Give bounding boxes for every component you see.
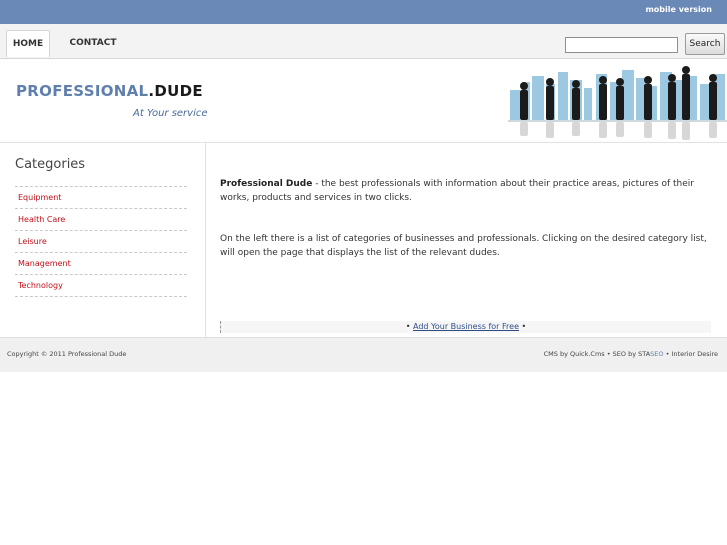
category-item-leisure[interactable]: Leisure — [15, 230, 187, 252]
credits-seo[interactable]: SEO — [650, 350, 663, 358]
site-logo[interactable]: PROFESSIONAL.DUDE — [16, 82, 203, 100]
footer-credits: CMS by Quick.Cms • SEO by STASEO • Inter… — [544, 350, 718, 358]
search-input[interactable] — [565, 37, 678, 53]
categories-explanation: On the left there is a list of categorie… — [220, 234, 707, 258]
category-item-health-care[interactable]: Health Care — [15, 208, 187, 230]
footer: Copyright © 2011 Professional Dude CMS b… — [0, 337, 727, 372]
credits-cms[interactable]: CMS by Quick.Cms • SEO by STA — [544, 350, 651, 358]
mobile-version-link[interactable]: mobile version — [645, 5, 712, 14]
bullet-right: • — [521, 322, 527, 331]
category-list: Equipment Health Care Leisure Management… — [15, 186, 187, 297]
tagline: At Your service — [133, 108, 208, 119]
sidebar: Categories Equipment Health Care Leisure… — [0, 143, 206, 337]
intro-bold: Professional Dude — [220, 179, 313, 189]
nav-contact[interactable]: CONTACT — [66, 31, 120, 55]
logo-part2: DUDE — [154, 82, 203, 100]
copyright-text: Copyright © 2011 Professional Dude — [7, 350, 127, 358]
intro-paragraph: Professional Dude - the best professiona… — [220, 177, 708, 205]
add-business-bar: • Add Your Business for Free • — [220, 321, 711, 333]
logo-part1: PROFESSIONAL — [16, 82, 149, 100]
top-bar: mobile version — [0, 0, 727, 24]
category-item-management[interactable]: Management — [15, 252, 187, 274]
search-button[interactable]: Search — [685, 33, 725, 55]
category-item-equipment[interactable]: Equipment — [15, 186, 187, 208]
category-item-technology[interactable]: Technology — [15, 274, 187, 297]
categories-heading: Categories — [15, 157, 86, 172]
business-people-skyline-image — [508, 66, 727, 140]
add-business-link[interactable]: Add Your Business for Free — [413, 322, 519, 331]
credits-interior[interactable]: • Interior Desire — [664, 350, 718, 358]
bullet-left: • — [405, 322, 411, 331]
nav-home[interactable]: HOME — [6, 30, 50, 57]
